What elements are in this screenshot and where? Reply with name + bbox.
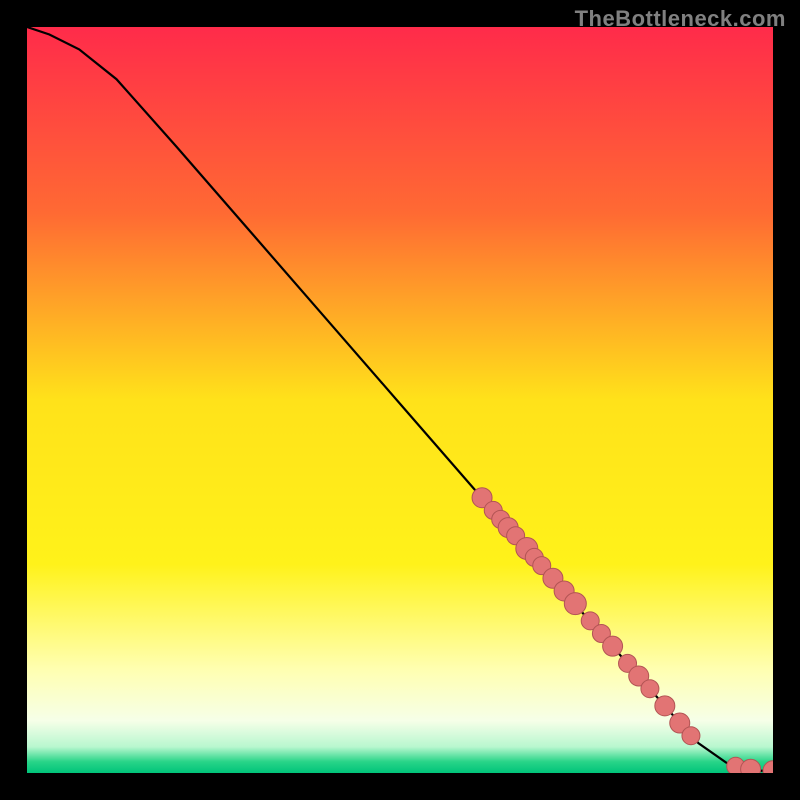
sample-point [603, 636, 623, 656]
chart-svg [27, 27, 773, 773]
sample-point [655, 696, 675, 716]
sample-point [641, 680, 659, 698]
sample-point [564, 593, 586, 615]
plot-area [27, 27, 773, 773]
gradient-background [27, 27, 773, 773]
chart-frame: TheBottleneck.com [0, 0, 800, 800]
sample-point [682, 727, 700, 745]
